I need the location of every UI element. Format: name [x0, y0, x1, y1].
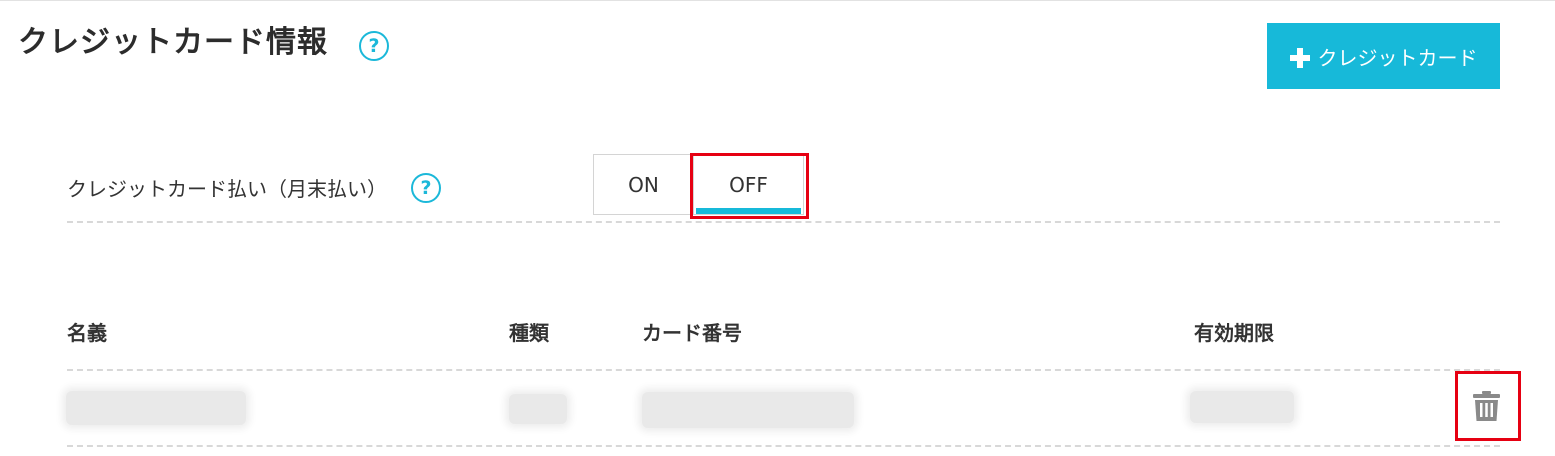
card-holder-name-redacted: [66, 391, 246, 425]
toggle-on-option[interactable]: ON: [594, 155, 695, 214]
column-header-name: 名義: [67, 321, 107, 345]
question-circle-icon[interactable]: ?: [359, 31, 389, 61]
credit-card-payment-label: クレジットカード払い（月末払い）: [67, 177, 387, 201]
divider: [67, 369, 1500, 371]
add-credit-card-button-label: クレジットカード: [1317, 45, 1478, 70]
credit-card-settings-page: クレジットカード情報 ? クレジットカード クレジットカード払い（月末払い） ?…: [0, 0, 1555, 456]
card-number-redacted: [642, 392, 854, 428]
add-credit-card-button[interactable]: クレジットカード: [1267, 23, 1500, 89]
toggle-off-option[interactable]: OFF: [694, 155, 803, 214]
trash-icon[interactable]: [1473, 391, 1500, 421]
credit-card-payment-toggle: ON OFF: [593, 154, 804, 215]
column-header-card-number: カード番号: [642, 321, 742, 345]
divider: [67, 221, 1500, 223]
plus-icon: [1289, 48, 1310, 68]
divider: [67, 445, 1500, 447]
card-type-redacted: [509, 394, 567, 424]
question-circle-icon[interactable]: ?: [411, 173, 441, 203]
column-header-expiry: 有効期限: [1194, 321, 1274, 345]
card-expiry-redacted: [1190, 391, 1294, 423]
column-header-type: 種類: [509, 321, 549, 345]
page-title: クレジットカード情報: [18, 25, 328, 60]
